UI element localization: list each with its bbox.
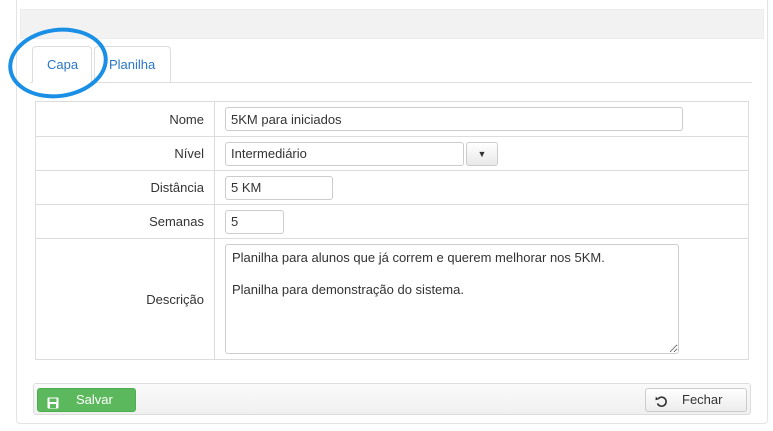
close-button-label: Fechar (682, 392, 723, 407)
descricao-label: Descrição (35, 238, 215, 360)
descricao-textarea[interactable]: Planilha para alunos que já correm e que… (225, 244, 679, 354)
footer-toolbar: Salvar Fechar (33, 383, 751, 415)
save-button-label: Salvar (76, 392, 113, 407)
nivel-label: Nível (35, 136, 215, 171)
caret-down-icon: ▼ (477, 148, 487, 159)
floppy-disk-icon (47, 394, 59, 416)
form-row-semanas: Semanas (35, 204, 749, 239)
close-button[interactable]: Fechar (645, 388, 747, 412)
semanas-label: Semanas (35, 204, 215, 239)
semanas-input[interactable] (225, 209, 284, 234)
nivel-dropdown-button[interactable]: ▼ (466, 141, 498, 166)
form-row-nivel: Nível Intermediário ▼ (35, 136, 749, 171)
form-table: Nome Nível Intermediário ▼ Distância Sema… (35, 101, 749, 360)
undo-icon (655, 393, 668, 415)
tab-capa[interactable]: Capa (32, 46, 92, 83)
top-bar (20, 9, 764, 39)
form-row-distancia: Distância (35, 170, 749, 205)
nome-label: Nome (35, 101, 215, 137)
distancia-label: Distância (35, 170, 215, 205)
save-button[interactable]: Salvar (37, 388, 136, 412)
form-row-nome: Nome (35, 101, 749, 137)
tab-planilha[interactable]: Planilha (94, 46, 171, 82)
nome-input[interactable] (225, 107, 683, 131)
form-row-descricao: Descrição Planilha para alunos que já co… (35, 238, 749, 360)
tab-bar: Capa Planilha (30, 44, 752, 83)
nivel-select[interactable]: Intermediário (225, 141, 464, 166)
distancia-input[interactable] (225, 175, 333, 200)
